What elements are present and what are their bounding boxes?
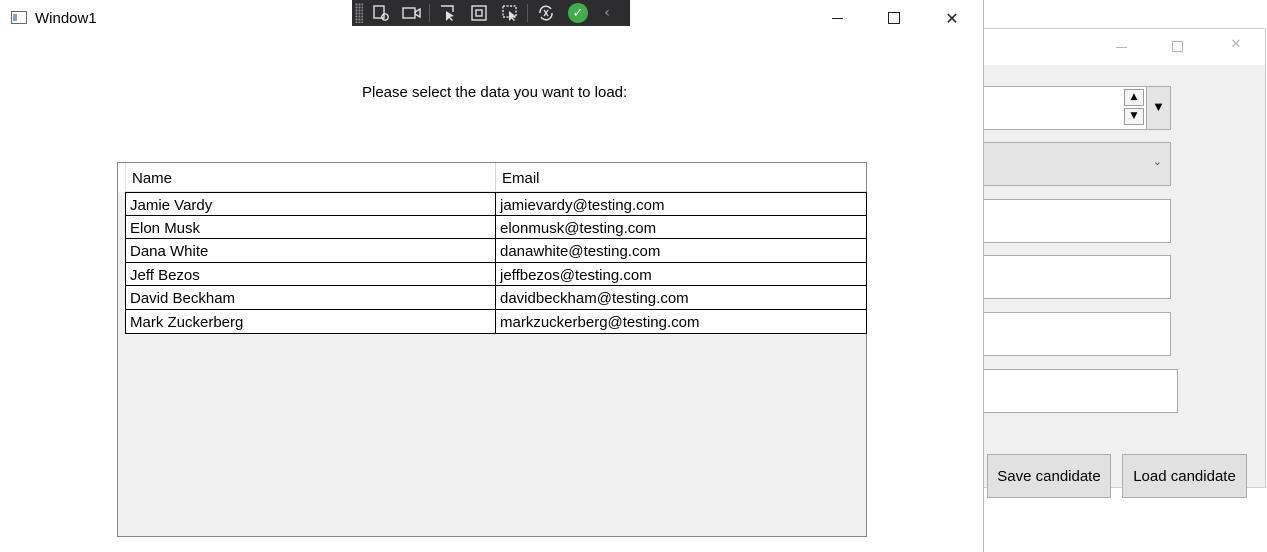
load-prompt-label: Please select the data you want to load: (362, 84, 628, 101)
save-candidate-button[interactable]: Save candidate (987, 454, 1111, 498)
minimize-icon (831, 17, 843, 19)
email-cell[interactable]: jamievardy@testing.com (496, 192, 867, 216)
track-focus-icon[interactable] (497, 2, 523, 24)
table-row[interactable]: David Beckham davidbeckham@testing.com (125, 286, 867, 310)
grid-header: Name Email (118, 163, 866, 192)
background-window: ✕ ▲ ▼ ▼ ⌄ Save candidate Load candidate (980, 28, 1266, 498)
spin-up-button[interactable]: ▲ (1124, 89, 1144, 106)
text-field-4[interactable] (980, 369, 1178, 413)
table-row[interactable]: Elon Musk elonmusk@testing.com (125, 215, 867, 240)
text-field-3[interactable] (980, 312, 1171, 356)
email-cell[interactable]: jeffbezos@testing.com (496, 262, 867, 287)
combo-box[interactable]: ⌄ (980, 142, 1171, 186)
checkmark-icon[interactable]: ✓ (568, 3, 588, 23)
window-title: Window1 (35, 10, 97, 27)
background-window-titlebar: ✕ (984, 29, 1265, 65)
close-button[interactable]: ✕ (929, 6, 975, 30)
grid-rows: Jamie Vardy jamievardy@testing.com Elon … (125, 192, 867, 334)
display-layout-icon[interactable] (466, 2, 492, 24)
email-cell[interactable]: davidbeckham@testing.com (496, 286, 867, 310)
text-field-2[interactable] (980, 255, 1171, 299)
table-row[interactable]: Jeff Bezos jeffbezos@testing.com (125, 262, 867, 287)
dropdown-toggle-button[interactable]: ▼ (1146, 87, 1170, 129)
caret-up-icon: ▲ (1130, 92, 1138, 102)
caret-down-icon: ▼ (1130, 111, 1138, 121)
window-app-icon (11, 11, 27, 24)
video-camera-icon[interactable] (399, 2, 425, 24)
xaml-debug-toolbar: ✓ ‹ (352, 0, 630, 26)
name-cell[interactable]: Mark Zuckerberg (125, 309, 496, 334)
email-cell[interactable]: markzuckerberg@testing.com (496, 309, 867, 334)
table-row[interactable]: Jamie Vardy jamievardy@testing.com (125, 192, 867, 216)
background-maximize-button[interactable] (1162, 37, 1192, 57)
name-cell[interactable]: Dana White (125, 239, 496, 263)
toolbar-grip[interactable] (355, 3, 363, 23)
load-candidate-button[interactable]: Load candidate (1122, 454, 1247, 498)
name-cell[interactable]: Elon Musk (125, 215, 496, 240)
collapse-arrow-icon[interactable]: ‹ (594, 2, 620, 24)
close-icon: ✕ (945, 8, 959, 28)
maximize-icon (888, 12, 900, 24)
numeric-up-down[interactable]: ▲ ▼ ▼ (980, 86, 1171, 130)
maximize-icon (1171, 41, 1183, 52)
chevron-down-icon: ⌄ (1152, 155, 1162, 168)
name-cell[interactable]: David Beckham (125, 286, 496, 310)
email-cell[interactable]: danawhite@testing.com (496, 239, 867, 263)
background-minimize-button[interactable] (1106, 37, 1136, 57)
minimize-icon (1115, 47, 1127, 48)
minimize-button[interactable] (814, 6, 860, 30)
table-row[interactable]: Dana White danawhite@testing.com (125, 239, 867, 263)
chevron-down-icon: ▼ (1154, 102, 1163, 113)
data-grid[interactable]: Name Email Jamie Vardy jamievardy@testin… (117, 162, 867, 537)
main-window: Window1 ✕ ✓ ‹ Please select the data you… (0, 0, 984, 552)
pointer-select-icon[interactable] (435, 2, 461, 24)
name-cell[interactable]: Jeff Bezos (125, 262, 496, 287)
text-field-1[interactable] (980, 199, 1171, 243)
select-element-icon[interactable] (368, 2, 394, 24)
maximize-button[interactable] (871, 6, 917, 30)
name-cell[interactable]: Jamie Vardy (125, 192, 496, 216)
toolbar-separator (429, 4, 430, 22)
table-row[interactable]: Mark Zuckerberg markzuckerberg@testing.c… (125, 309, 867, 334)
toolbar-separator (527, 4, 528, 22)
column-header-name[interactable]: Name (126, 163, 496, 192)
background-close-button[interactable]: ✕ (1221, 37, 1251, 57)
column-header-email[interactable]: Email (496, 163, 866, 192)
select-all-header[interactable] (118, 163, 126, 192)
close-icon: ✕ (1230, 37, 1242, 52)
spin-down-button[interactable]: ▼ (1124, 108, 1144, 125)
email-cell[interactable]: elonmusk@testing.com (496, 215, 867, 240)
hot-reload-icon[interactable] (533, 2, 559, 24)
